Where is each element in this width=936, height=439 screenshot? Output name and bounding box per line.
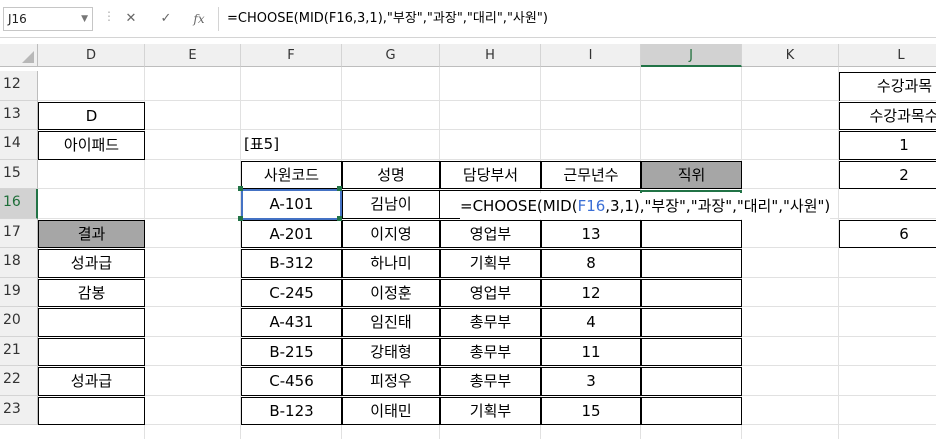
reference-handle[interactable] bbox=[337, 186, 342, 191]
row-header-13[interactable]: 13 bbox=[0, 100, 38, 130]
row-header-14[interactable]: 14 bbox=[0, 130, 38, 160]
reference-handle[interactable] bbox=[238, 216, 243, 221]
table-cell[interactable]: 12 bbox=[541, 278, 641, 307]
table-cell[interactable]: 임진태 bbox=[342, 308, 440, 337]
cell-l14[interactable]: 1 bbox=[839, 131, 936, 160]
cell-d22[interactable]: 성과급 bbox=[38, 367, 145, 396]
insert-function-icon[interactable]: fx bbox=[188, 8, 210, 30]
row-header-18[interactable]: 18 bbox=[0, 248, 38, 278]
table-cell[interactable] bbox=[641, 367, 742, 396]
row-header-12[interactable]: 12 bbox=[0, 71, 38, 101]
column-header-d[interactable]: D bbox=[38, 44, 145, 67]
table-cell[interactable] bbox=[641, 396, 742, 425]
table-cell[interactable]: A-201 bbox=[241, 219, 342, 248]
table-cell[interactable]: 4 bbox=[541, 308, 641, 337]
table-cell[interactable]: C-456 bbox=[241, 367, 342, 396]
row-header-19[interactable]: 19 bbox=[0, 277, 38, 307]
table-cell[interactable] bbox=[641, 219, 742, 248]
table-cell[interactable]: 피정우 bbox=[342, 367, 440, 396]
table-header[interactable]: 담당부서 bbox=[440, 160, 541, 189]
table-cell[interactable]: C-245 bbox=[241, 278, 342, 307]
table-cell[interactable]: 이지영 bbox=[342, 219, 440, 248]
column-header-f[interactable]: F bbox=[241, 44, 342, 67]
column-header-g[interactable]: G bbox=[342, 44, 440, 67]
formula-input[interactable]: =CHOOSE(MID(F16,3,1),"부장","과장","대리","사원"… bbox=[218, 7, 934, 31]
table-cell[interactable]: 하나미 bbox=[342, 249, 440, 278]
table-header[interactable]: 성명 bbox=[342, 160, 440, 189]
row-header-17[interactable]: 17 bbox=[0, 218, 38, 248]
gridline bbox=[38, 129, 936, 130]
table-cell[interactable]: 강태형 bbox=[342, 337, 440, 366]
cell-l17[interactable]: 6 bbox=[839, 219, 936, 248]
cell-l15[interactable]: 2 bbox=[839, 160, 936, 189]
table-cell[interactable] bbox=[641, 278, 742, 307]
reference-handle[interactable] bbox=[337, 216, 342, 221]
table-header[interactable]: 사원코드 bbox=[241, 160, 342, 189]
table-cell[interactable]: 기획부 bbox=[440, 249, 541, 278]
cancel-icon[interactable]: ✕ bbox=[120, 8, 142, 30]
cell-d13[interactable]: D bbox=[38, 101, 145, 130]
cell-f14[interactable]: [표5] bbox=[241, 131, 342, 160]
row-header-23[interactable]: 23 bbox=[0, 395, 38, 425]
table-cell[interactable]: 총무부 bbox=[440, 367, 541, 396]
select-all-button[interactable] bbox=[0, 44, 38, 67]
table-header[interactable]: 근무년수 bbox=[541, 160, 641, 189]
name-box[interactable]: J16 ▼ bbox=[3, 7, 93, 31]
table-cell[interactable]: B-312 bbox=[241, 249, 342, 278]
formula-suffix: ,3,1),"부장","과장","대리","사원") bbox=[605, 197, 831, 215]
table-cell[interactable]: 기획부 bbox=[440, 396, 541, 425]
formula-reference: F16 bbox=[577, 197, 606, 215]
table-cell[interactable]: 11 bbox=[541, 337, 641, 366]
table-cell[interactable] bbox=[641, 337, 742, 366]
column-header-i[interactable]: I bbox=[541, 44, 641, 67]
table-header[interactable]: 직위 bbox=[641, 160, 742, 189]
table-cell[interactable]: 영업부 bbox=[440, 219, 541, 248]
row-header-16[interactable]: 16 bbox=[0, 189, 38, 219]
enter-icon[interactable]: ✓ bbox=[155, 8, 177, 30]
reference-handle[interactable] bbox=[238, 186, 243, 191]
column-header-l[interactable]: L bbox=[839, 44, 936, 67]
table-cell[interactable]: 영업부 bbox=[440, 278, 541, 307]
row-header-15[interactable]: 15 bbox=[0, 159, 38, 189]
formula-prefix: =CHOOSE(MID( bbox=[460, 197, 578, 215]
table-cell[interactable] bbox=[641, 249, 742, 278]
gridline bbox=[38, 99, 936, 101]
cell-l12[interactable]: 수강과목 bbox=[839, 72, 936, 101]
name-box-value: J16 bbox=[8, 12, 27, 26]
table-cell[interactable]: A-431 bbox=[241, 308, 342, 337]
cell-d23[interactable] bbox=[38, 396, 145, 425]
table-cell[interactable]: 15 bbox=[541, 396, 641, 425]
row-header-22[interactable]: 22 bbox=[0, 366, 38, 396]
column-header-k[interactable]: K bbox=[742, 44, 839, 67]
table-cell[interactable]: 3 bbox=[541, 367, 641, 396]
column-header-h[interactable]: H bbox=[440, 44, 541, 67]
table-cell[interactable]: 총무부 bbox=[440, 337, 541, 366]
table-cell[interactable]: 13 bbox=[541, 219, 641, 248]
table-cell[interactable]: 이정훈 bbox=[342, 278, 440, 307]
table-cell[interactable]: 이태민 bbox=[342, 396, 440, 425]
formula-bar: J16 ▼ ⋮ ✕ ✓ fx =CHOOSE(MID(F16,3,1),"부장"… bbox=[0, 0, 936, 38]
cell-d19[interactable]: 감봉 bbox=[38, 278, 145, 307]
column-header-j[interactable]: J bbox=[641, 44, 742, 67]
cell-d18[interactable]: 성과급 bbox=[38, 249, 145, 278]
gridline bbox=[38, 158, 936, 160]
table-cell[interactable]: B-123 bbox=[241, 396, 342, 425]
row-header-20[interactable]: 20 bbox=[0, 307, 38, 337]
table-cell[interactable]: 김남이 bbox=[342, 190, 440, 219]
table-cell[interactable]: B-215 bbox=[241, 337, 342, 366]
table-cell[interactable]: 총무부 bbox=[440, 308, 541, 337]
cell-d14[interactable]: 아이패드 bbox=[38, 131, 145, 160]
separator-icon: ⋮ bbox=[103, 9, 115, 23]
cell-l13[interactable]: 수강과목수 bbox=[839, 101, 936, 130]
cell-d20[interactable] bbox=[38, 308, 145, 337]
in-cell-formula-editor[interactable]: =CHOOSE(MID(F16,3,1),"부장","과장","대리","사원"… bbox=[460, 193, 831, 219]
column-header-e[interactable]: E bbox=[145, 44, 241, 67]
cell-d21[interactable] bbox=[38, 337, 145, 366]
table-cell[interactable]: 8 bbox=[541, 249, 641, 278]
table-cell[interactable] bbox=[641, 308, 742, 337]
chevron-down-icon[interactable]: ▼ bbox=[81, 8, 88, 30]
row-header-21[interactable]: 21 bbox=[0, 336, 38, 366]
formula-reference-highlight bbox=[241, 189, 342, 220]
cell-d17[interactable]: 결과 bbox=[38, 219, 145, 248]
